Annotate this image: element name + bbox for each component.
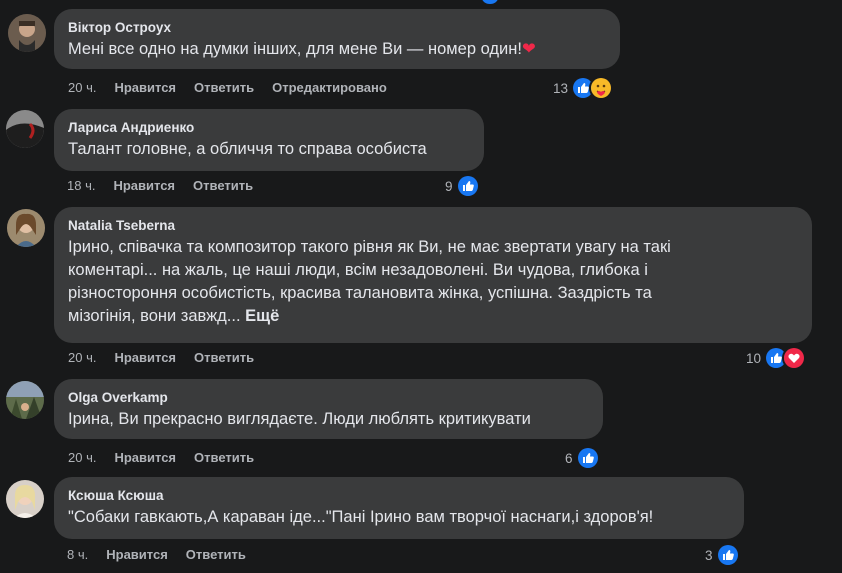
comment-author[interactable]: Віктор Остроух [68, 19, 606, 36]
comment-time[interactable]: 20 ч. [68, 450, 96, 465]
reactions-count: 6 [565, 450, 573, 466]
reactions-count: 9 [445, 178, 453, 194]
comment-bubble: Лариса Андриенко Талант головне, а облич… [54, 109, 484, 171]
reply-button[interactable]: Ответить [186, 547, 246, 562]
reactions-summary[interactable]: 10 [746, 346, 807, 370]
comment-time[interactable]: 20 ч. [68, 80, 96, 95]
reply-button[interactable]: Ответить [194, 80, 254, 95]
comment-time[interactable]: 18 ч. [67, 178, 95, 193]
reactions-summary[interactable]: 3 [705, 543, 740, 567]
reactions-summary[interactable]: 13 [553, 76, 614, 100]
comment-bubble: Віктор Остроух Мені все одно на думки ін… [54, 9, 620, 69]
comment-bubble: Ксюша Ксюша "Собаки гавкають,А караван і… [54, 477, 744, 539]
edited-label[interactable]: Отредактировано [272, 80, 387, 95]
avatar[interactable] [6, 110, 44, 148]
reply-button[interactable]: Ответить [194, 450, 254, 465]
reactions-count: 10 [746, 350, 762, 366]
comment-author[interactable]: Лариса Андриенко [68, 119, 470, 136]
comment-author[interactable]: Natalia Tseberna [68, 217, 798, 234]
comment-actions: 20 ч. Нравится Ответить [68, 450, 272, 465]
comment-author[interactable]: Olga Overkamp [68, 389, 589, 406]
comment-actions: 20 ч. Нравится Ответить Отредактировано [68, 80, 405, 95]
like-button[interactable]: Нравится [106, 547, 168, 562]
see-more-link[interactable]: Ещё [245, 307, 279, 325]
comment-text: Ірина, Ви прекрасно виглядаєте. Люди люб… [68, 410, 531, 428]
like-button[interactable]: Нравится [114, 350, 176, 365]
like-button[interactable]: Нравится [114, 80, 176, 95]
like-icon [575, 446, 600, 470]
love-icon [782, 346, 807, 370]
reactions-summary[interactable]: 6 [565, 446, 600, 470]
comment-bubble: Olga Overkamp Ірина, Ви прекрасно вигляд… [54, 379, 603, 439]
avatar[interactable] [6, 381, 44, 419]
comment-text: Мені все одно на думки інших, для мене В… [68, 40, 536, 58]
like-button[interactable]: Нравится [114, 450, 176, 465]
reactions-count: 13 [553, 80, 569, 96]
comment-bubble: Natalia Tseberna Ірино, співачка та комп… [54, 207, 812, 343]
comment-text: Талант головне, а обличчя то справа особ… [68, 140, 427, 158]
like-icon [715, 543, 740, 567]
care-icon [589, 76, 614, 100]
comment-text: "Собаки гавкають,А караван іде..."Пані І… [68, 508, 654, 526]
comment-time[interactable]: 8 ч. [67, 547, 88, 562]
comment-actions: 20 ч. Нравится Ответить [68, 350, 272, 365]
comment-actions: 18 ч. Нравится Ответить [67, 178, 271, 193]
reactions-count: 3 [705, 547, 713, 563]
reply-button[interactable]: Ответить [193, 178, 253, 193]
like-button[interactable]: Нравится [113, 178, 175, 193]
partial-like-icon [482, 0, 498, 4]
avatar[interactable] [6, 480, 44, 518]
comment-time[interactable]: 20 ч. [68, 350, 96, 365]
comment-actions: 8 ч. Нравится Ответить [67, 547, 264, 562]
heart-emoji: ❤ [521, 40, 536, 58]
comment-author[interactable]: Ксюша Ксюша [68, 487, 730, 504]
reactions-summary[interactable]: 9 [445, 174, 480, 198]
avatar[interactable] [8, 14, 46, 52]
avatar[interactable] [7, 209, 45, 247]
like-icon [455, 174, 480, 198]
reply-button[interactable]: Ответить [194, 350, 254, 365]
comment-text: Ірино, співачка та композитор такого рів… [68, 238, 671, 325]
